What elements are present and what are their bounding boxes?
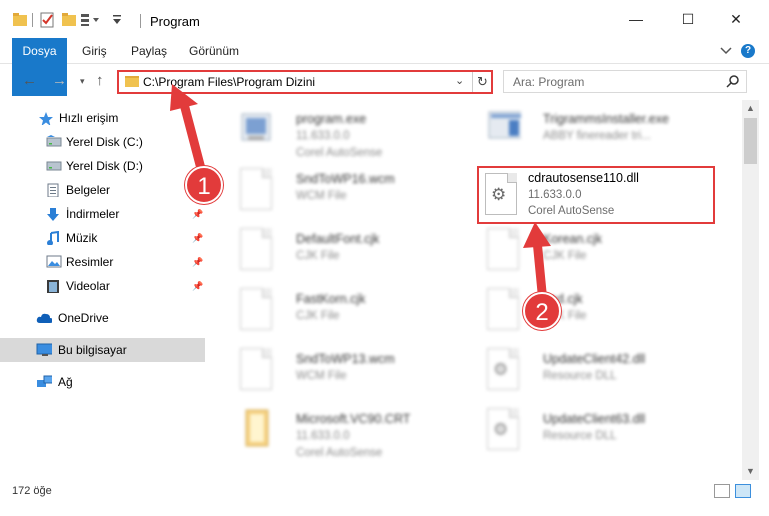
arrow-2-shaft bbox=[532, 235, 547, 297]
arrow-2-head bbox=[523, 222, 551, 248]
arrow-1-head bbox=[170, 84, 198, 111]
annotation-arrows bbox=[170, 84, 551, 297]
annotation-badge-2: 2 bbox=[523, 292, 561, 330]
annotation-badge-1: 1 bbox=[185, 166, 223, 204]
explorer-window: Program — ☐ ✕ Dosya Giriş Paylaş Görünüm… bbox=[0, 0, 769, 516]
